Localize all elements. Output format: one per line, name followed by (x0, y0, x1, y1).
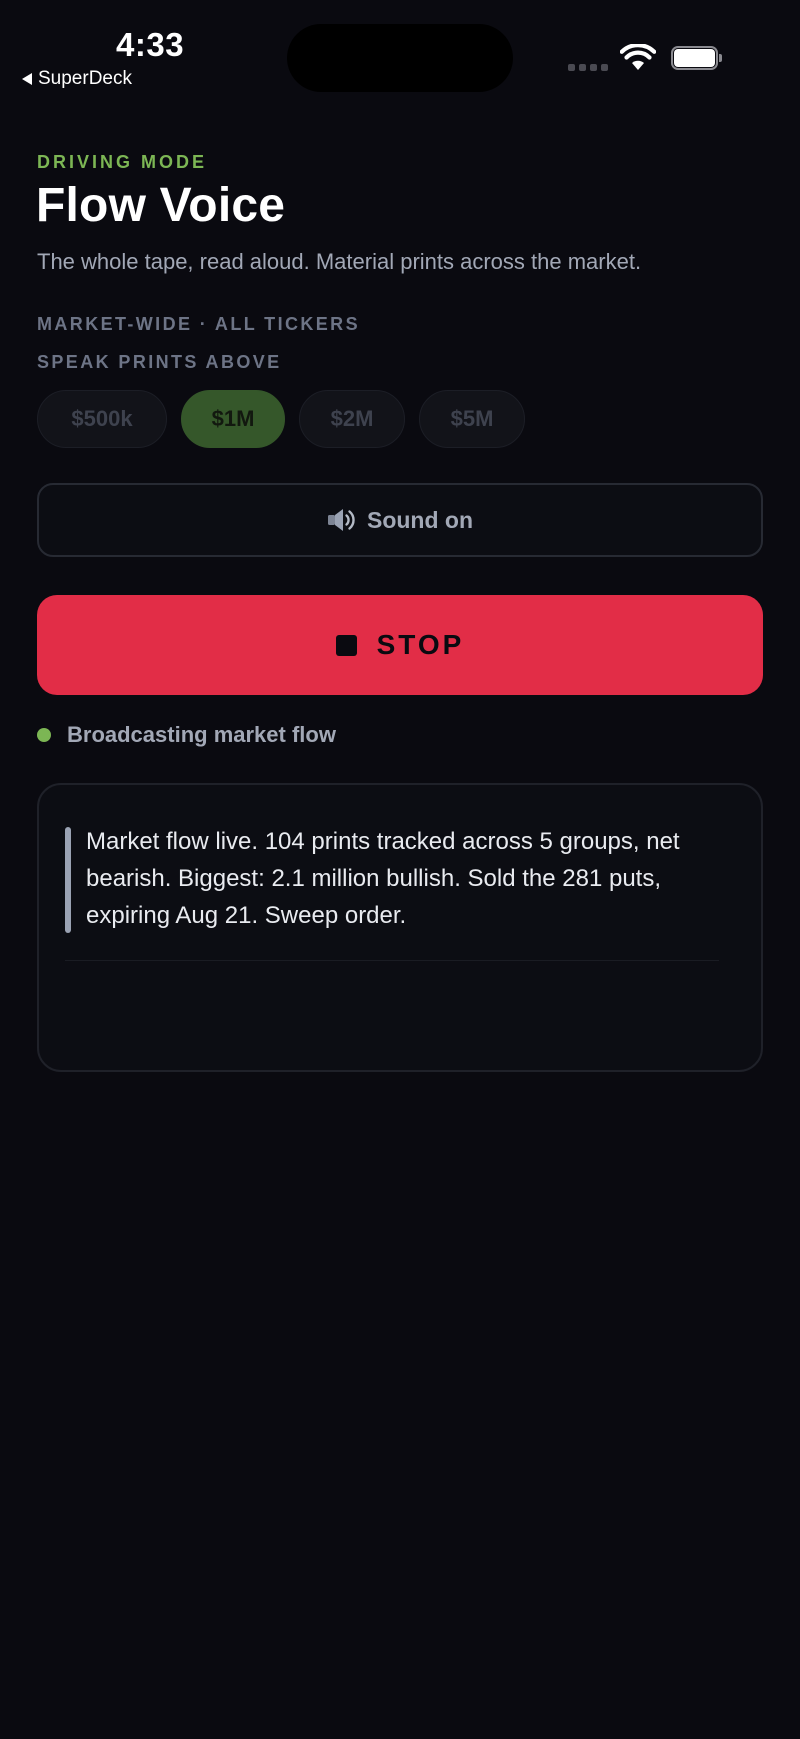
stop-button-label: STOP (376, 629, 465, 660)
dynamic-island (287, 24, 513, 92)
sound-toggle-label: Sound on (366, 506, 474, 533)
threshold-selector: $500k $1M $2M $5M (37, 390, 525, 448)
scope-label: MARKET-WIDE · ALL TICKERS (37, 314, 360, 334)
battery-icon (671, 46, 722, 70)
page-title: Flow Voice (36, 179, 286, 232)
back-app-label: SuperDeck (38, 68, 132, 89)
feed-item: Market flow live. 104 prints tracked acr… (65, 823, 719, 961)
threshold-chip-5m[interactable]: $5M (419, 390, 525, 448)
feed-item-marker (65, 827, 71, 933)
feed-item-text: Market flow live. 104 prints tracked acr… (86, 828, 680, 929)
back-to-app-link[interactable]: SuperDeck (22, 68, 132, 90)
live-dot-icon (37, 728, 51, 742)
page-subtitle: The whole tape, read aloud. Material pri… (37, 249, 642, 274)
wifi-icon (619, 43, 657, 77)
spoken-feed-card: Market flow live. 104 prints tracked acr… (37, 783, 763, 1072)
stop-icon (335, 634, 357, 656)
threshold-chip-2m[interactable]: $2M (299, 390, 405, 448)
status-time: 4:33 (116, 26, 185, 63)
sound-toggle-button[interactable]: Sound on (37, 483, 763, 557)
stop-button[interactable]: STOP (37, 595, 763, 695)
back-arrow-icon (22, 73, 32, 85)
threshold-chip-1m-selected[interactable]: $1M (181, 390, 285, 448)
signal-dots-icon (568, 64, 608, 71)
mode-eyebrow: DRIVING MODE (37, 152, 208, 172)
speaker-icon (327, 506, 357, 534)
threshold-chip-500k[interactable]: $500k (37, 390, 167, 448)
threshold-label: SPEAK PRINTS ABOVE (37, 352, 282, 372)
broadcast-status-text: Broadcasting market flow (67, 722, 336, 747)
status-bar: 4:33 SuperDeck (0, 0, 800, 100)
broadcast-status: Broadcasting market flow (37, 722, 336, 748)
